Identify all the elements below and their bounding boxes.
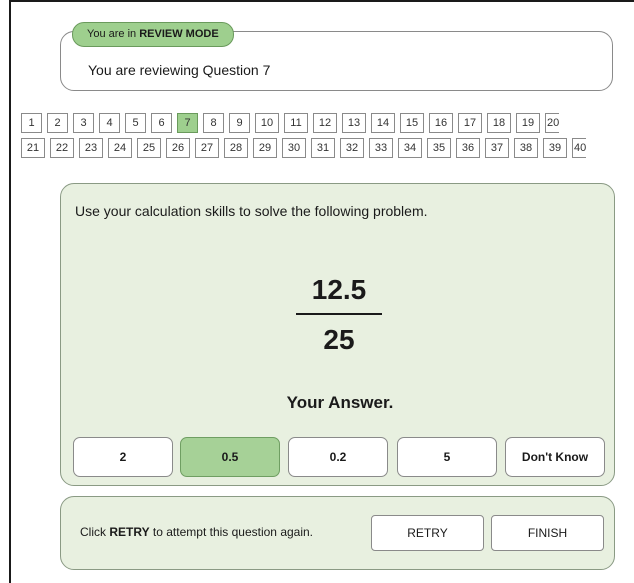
window-border-top <box>9 0 634 2</box>
retry-button[interactable]: RETRY <box>371 515 484 551</box>
question-nav-18[interactable]: 18 <box>487 113 511 133</box>
question-nav-39[interactable]: 39 <box>543 138 567 158</box>
question-nav-23[interactable]: 23 <box>79 138 103 158</box>
question-nav-40[interactable]: 40 <box>572 138 586 158</box>
question-nav-3[interactable]: 3 <box>73 113 94 133</box>
retry-instruction: Click RETRY to attempt this question aga… <box>80 525 313 539</box>
question-nav-33[interactable]: 33 <box>369 138 393 158</box>
question-nav-27[interactable]: 27 <box>195 138 219 158</box>
retry-prefix: Click <box>80 525 110 539</box>
question-nav-32[interactable]: 32 <box>340 138 364 158</box>
question-nav-8[interactable]: 8 <box>203 113 224 133</box>
question-nav-28[interactable]: 28 <box>224 138 248 158</box>
question-nav-25[interactable]: 25 <box>137 138 161 158</box>
question-nav-34[interactable]: 34 <box>398 138 422 158</box>
question-nav-10[interactable]: 10 <box>255 113 279 133</box>
question-navigator: 1 2 3 4 5 6 7 8 9 10 11 12 13 14 15 16 17 18 19 20 21 22 23 24… <box>21 113 634 163</box>
question-nav-4[interactable]: 4 <box>99 113 120 133</box>
question-nav-2[interactable]: 2 <box>47 113 68 133</box>
question-nav-19[interactable]: 19 <box>516 113 540 133</box>
question-nav-22[interactable]: 22 <box>50 138 74 158</box>
question-nav-row-2: 21 22 23 24 25 26 27 28 29 30 31 32 33 34 35 36 37 38 39 40 <box>21 138 634 158</box>
question-nav-7[interactable]: 7 <box>177 113 198 133</box>
retry-keyword: RETRY <box>109 525 150 539</box>
answer-option-2[interactable]: 2 <box>73 437 173 477</box>
review-mode-badge: You are in REVIEW MODE <box>72 22 234 47</box>
fraction-denominator: 25 <box>323 324 355 355</box>
question-nav-20[interactable]: 20 <box>545 113 559 133</box>
question-nav-9[interactable]: 9 <box>229 113 250 133</box>
question-nav-11[interactable]: 11 <box>284 113 308 133</box>
question-nav-21[interactable]: 21 <box>21 138 45 158</box>
answer-option-5[interactable]: 5 <box>397 437 497 477</box>
question-nav-26[interactable]: 26 <box>166 138 190 158</box>
review-message: You are reviewing Question 7 <box>88 62 271 78</box>
question-nav-17[interactable]: 17 <box>458 113 482 133</box>
question-nav-row-1: 1 2 3 4 5 6 7 8 9 10 11 12 13 14 15 16 17 18 19 20 <box>21 113 634 133</box>
answer-option-0-2[interactable]: 0.2 <box>288 437 388 477</box>
question-nav-12[interactable]: 12 <box>313 113 337 133</box>
question-nav-35[interactable]: 35 <box>427 138 451 158</box>
question-nav-38[interactable]: 38 <box>514 138 538 158</box>
question-nav-31[interactable]: 31 <box>311 138 335 158</box>
question-nav-16[interactable]: 16 <box>429 113 453 133</box>
answer-option-dont-know[interactable]: Don't Know <box>505 437 605 477</box>
window-border-left <box>9 0 11 583</box>
finish-button[interactable]: FINISH <box>491 515 604 551</box>
fraction-bar <box>296 313 382 315</box>
question-nav-13[interactable]: 13 <box>342 113 366 133</box>
question-nav-14[interactable]: 14 <box>371 113 395 133</box>
question-nav-1[interactable]: 1 <box>21 113 42 133</box>
retry-suffix: to attempt this question again. <box>149 525 314 539</box>
question-nav-37[interactable]: 37 <box>485 138 509 158</box>
review-pill-mode: REVIEW MODE <box>139 28 219 40</box>
question-nav-5[interactable]: 5 <box>125 113 146 133</box>
question-nav-36[interactable]: 36 <box>456 138 480 158</box>
fraction-numerator: 12.5 <box>311 274 367 305</box>
answer-label: Your Answer. <box>286 393 394 412</box>
question-nav-29[interactable]: 29 <box>253 138 277 158</box>
question-nav-6[interactable]: 6 <box>151 113 172 133</box>
answer-option-0-5[interactable]: 0.5 <box>180 437 280 477</box>
review-pill-prefix: You are in <box>87 28 140 40</box>
question-nav-24[interactable]: 24 <box>108 138 132 158</box>
question-nav-15[interactable]: 15 <box>400 113 424 133</box>
question-instruction: Use your calculation skills to solve the… <box>75 203 428 219</box>
question-nav-30[interactable]: 30 <box>282 138 306 158</box>
